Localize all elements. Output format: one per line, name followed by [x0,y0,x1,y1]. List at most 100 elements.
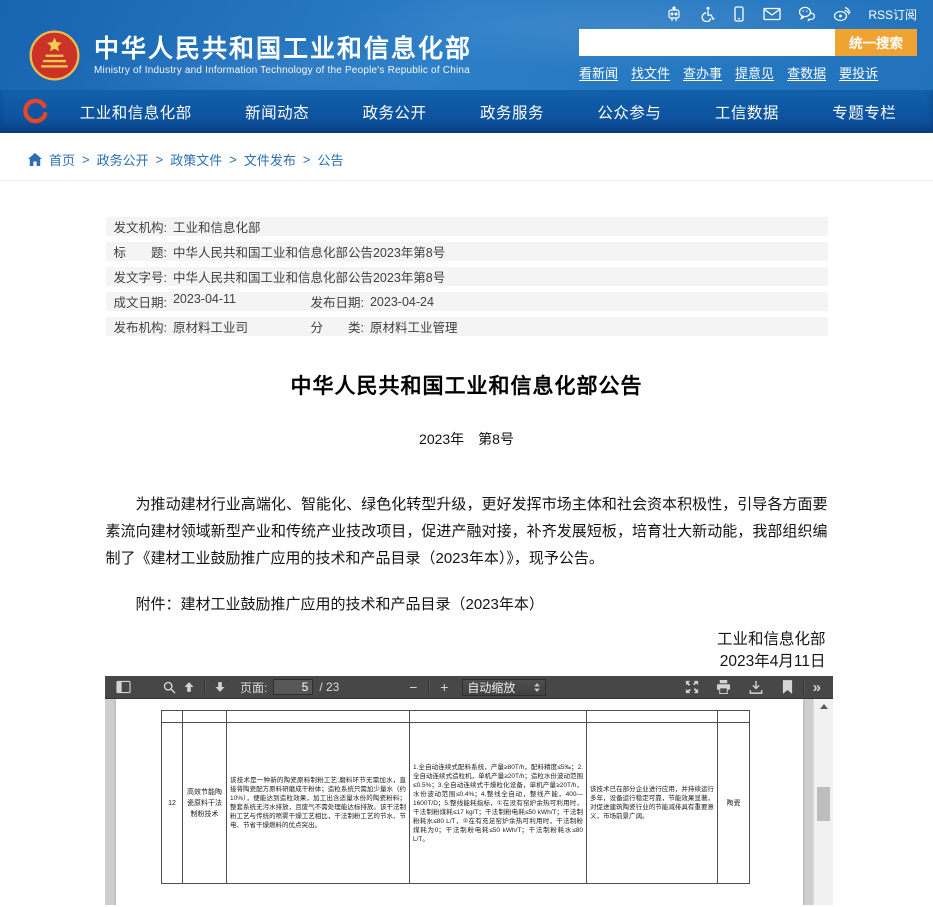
cell-indicators: 1.全自动连续式配料系统，产量≥80T/h，配料精度≤5‰；2.全自动连续式造粒… [410,723,587,884]
chevron-updown-icon [533,682,541,693]
zoom-in-icon[interactable]: + [434,678,454,697]
presentation-mode-icon[interactable] [682,678,702,697]
nav-item-gov-disclosure[interactable]: 政务公开 [363,101,427,123]
home-icon [28,153,42,166]
page-number-input[interactable] [273,679,313,695]
meta-value: 中华人民共和国工业和信息化部公告2023年第8号 [173,242,445,261]
breadcrumb-separator: > [82,152,90,167]
page-title: 中华人民共和国工业和信息化部公告 [106,370,828,400]
table-row-partial [162,711,750,723]
meta-label: 发文机构: [114,217,167,236]
issue-number: 2023年 第8号 [106,429,828,449]
quick-link-feedback[interactable]: 提意见 [735,63,774,82]
search-button[interactable]: 统一搜索 [835,29,917,56]
mobile-icon[interactable] [732,6,746,22]
article-content: 发文机构: 工业和信息化部 标 题: 中华人民共和国工业和信息化部公告2023年… [106,217,828,673]
meta-label: 发布日期: [311,292,364,311]
breadcrumb-gov-disclosure[interactable]: 政务公开 [97,150,149,169]
meta-row-publisher: 发布机构: 原材料工业司 分 类: 原材料工业管理 [106,317,828,336]
pdf-scrollbar[interactable] [813,699,833,905]
site-title: 中华人民共和国工业和信息化部 [94,35,472,63]
meta-value: 2023-04-11 [173,292,236,311]
nav-item-gov-services[interactable]: 政务服务 [480,101,544,123]
breadcrumb-home[interactable]: 首页 [49,150,75,169]
masthead: 中华人民共和国工业和信息化部 Ministry of Industry and … [0,28,933,90]
meta-row-doc-number: 发文字号: 中华人民共和国工业和信息化部公告2023年第8号 [106,267,828,286]
document-meta-table: 发文机构: 工业和信息化部 标 题: 中华人民共和国工业和信息化部公告2023年… [106,217,828,336]
breadcrumb-announcement[interactable]: 公告 [317,150,343,169]
meta-row-issuing-agency: 发文机构: 工业和信息化部 [106,217,828,236]
meta-label: 分 类: [311,317,364,336]
breadcrumb-separator: > [229,152,237,167]
weibo-icon[interactable] [833,6,851,22]
nav-item-news[interactable]: 新闻动态 [245,101,309,123]
sidebar-toggle-icon[interactable] [113,678,133,697]
find-icon[interactable] [159,678,179,697]
more-tools-button[interactable]: » [809,679,825,696]
wechat-icon[interactable] [798,6,816,22]
print-icon[interactable] [714,678,734,697]
scrollbar-thumb[interactable] [817,787,830,821]
page-label: 页面: [240,679,267,696]
download-icon[interactable] [746,678,766,697]
nav-item-specials[interactable]: 专题专栏 [832,101,896,123]
quick-links: 看新闻 找文件 查办事 提意见 查数据 要投诉 [579,63,917,82]
article-paragraph: 为推动建材行业高端化、智能化、绿色化转型升级，更好发挥市场主体和社会资本积极性，… [106,491,828,572]
quick-link-files[interactable]: 找文件 [631,63,670,82]
meta-value: 原材料工业司 [173,317,248,336]
pdf-content-area: 12 高效节能陶瓷原料干法制粉技术 该技术是一种新的陶瓷原料制粉工艺:磨料环节无… [105,699,833,905]
pdf-toolbar: 页面: / 23 − + 自动缩放 [105,676,833,699]
zoom-value: 自动缩放 [467,679,533,696]
pdf-page: 12 高效节能陶瓷原料干法制粉技术 该技术是一种新的陶瓷原料制粉工艺:磨料环节无… [116,699,803,905]
mail-icon[interactable] [763,7,781,21]
quick-link-news[interactable]: 看新闻 [579,63,618,82]
breadcrumb: 首页 > 政务公开 > 政策文件 > 文件发布 > 公告 [0,133,933,181]
table-row: 12 高效节能陶瓷原料干法制粉技术 该技术是一种新的陶瓷原料制粉工艺:磨料环节无… [162,723,750,884]
signature-block: 工业和信息化部 2023年4月11日 [106,629,828,673]
signature-date: 2023年4月11日 [106,651,826,673]
breadcrumb-separator: > [156,152,164,167]
zoom-select[interactable]: 自动缩放 [462,679,546,696]
meta-row-title: 标 题: 中华人民共和国工业和信息化部公告2023年第8号 [106,242,828,261]
robot-icon[interactable] [666,6,682,22]
bookmark-icon[interactable] [778,678,798,697]
cell-application: 该技术已在部分企业进行应用，并持续运行多年，设备运行稳定可靠，节能效果显著，对促… [587,723,718,884]
meta-value: 中华人民共和国工业和信息化部公告2023年第8号 [173,267,445,286]
attachment-line[interactable]: 附件：建材工业鼓励推广应用的技术和产品目录（2023年本） [106,593,828,614]
page-down-icon[interactable] [210,678,230,697]
rss-link[interactable]: RSS订阅 [868,6,917,23]
meta-value: 原材料工业管理 [370,317,458,336]
quick-link-services[interactable]: 查办事 [683,63,722,82]
meta-label: 发布机构: [114,317,167,336]
page-up-icon[interactable] [179,678,199,697]
zoom-out-icon[interactable]: − [403,678,423,697]
meta-label: 成文日期: [114,292,167,311]
breadcrumb-file-release[interactable]: 文件发布 [244,150,296,169]
national-emblem-icon [28,29,81,82]
quick-link-data[interactable]: 查数据 [787,63,826,82]
cell-row-number: 12 [162,723,183,884]
breadcrumb-policy-files[interactable]: 政策文件 [170,150,222,169]
meta-label: 发文字号: [114,267,167,286]
accessibility-icon[interactable] [699,6,715,22]
page-total: / 23 [319,680,339,694]
quick-link-complaint[interactable]: 要投诉 [839,63,878,82]
nav-item-ministry[interactable]: 工业和信息化部 [80,101,192,123]
utility-topbar: RSS订阅 [0,0,933,28]
site-subtitle: Ministry of Industry and Information Tec… [94,65,472,76]
cell-description: 该技术是一种新的陶瓷原料制粉工艺:磨料环节无需加水，直接将陶瓷配方原料研磨成干粉… [227,723,410,884]
search-area: 统一搜索 看新闻 找文件 查办事 提意见 查数据 要投诉 [579,29,917,82]
meta-value: 工业和信息化部 [173,217,261,236]
search-input[interactable] [579,29,835,56]
cell-tech-name: 高效节能陶瓷原料干法制粉技术 [183,723,227,884]
scroll-up-button[interactable] [814,699,833,714]
main-nav: 工业和信息化部 新闻动态 政务公开 政务服务 公众参与 工信数据 专题专栏 [0,90,933,133]
catalog-table: 12 高效节能陶瓷原料干法制粉技术 该技术是一种新的陶瓷原料制粉工艺:磨料环节无… [161,710,750,884]
nav-item-data[interactable]: 工信数据 [715,101,779,123]
meta-label: 标 题: [114,242,167,261]
nav-item-participation[interactable]: 公众参与 [597,101,661,123]
meta-row-dates: 成文日期: 2023-04-11 发布日期: 2023-04-24 [106,292,828,311]
breadcrumb-separator: > [303,152,311,167]
site-header: RSS订阅 中华人民共和国工业和信息化部 Ministry of Industr… [0,0,933,90]
cell-category: 陶瓷 [718,723,750,884]
